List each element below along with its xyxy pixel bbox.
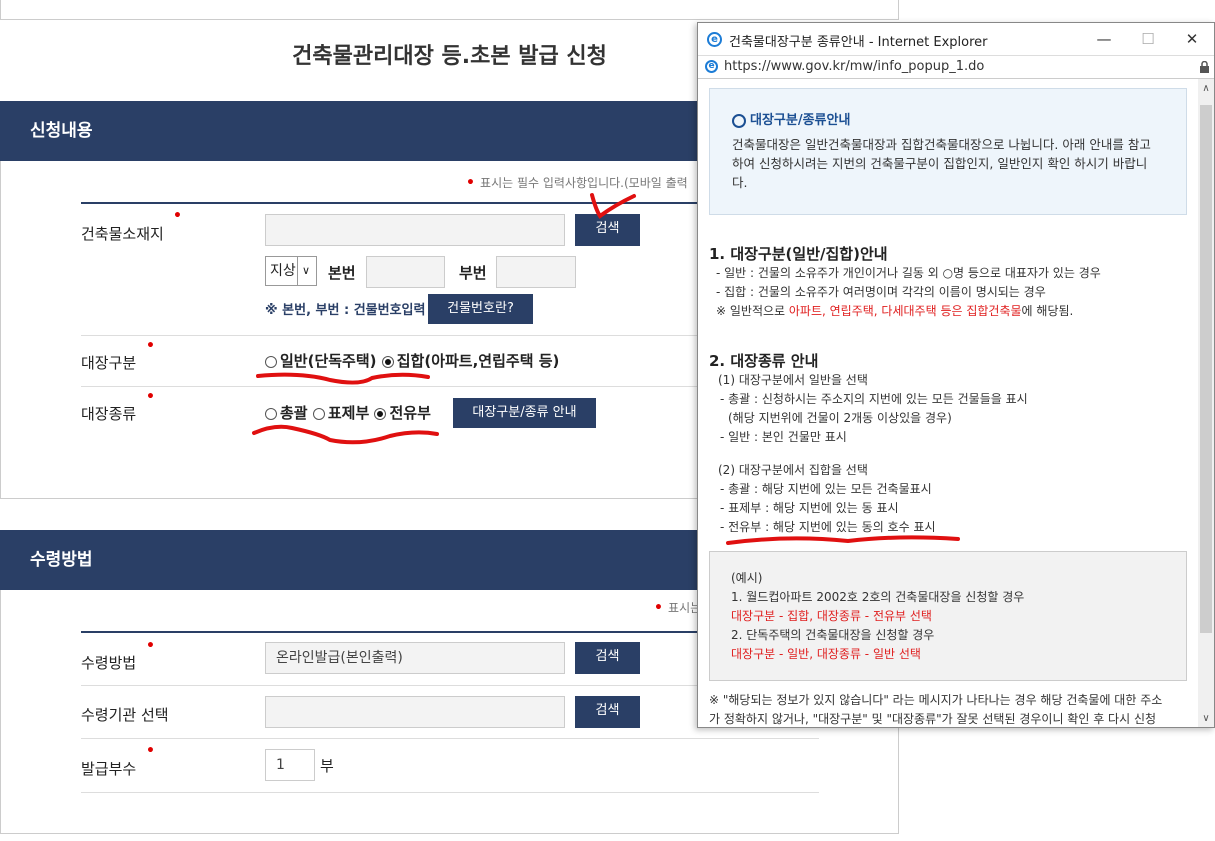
ie-page-icon: e	[705, 60, 718, 73]
ie-logo-icon: e	[707, 32, 722, 47]
close-icon[interactable]: ✕	[1170, 23, 1214, 55]
footer-note: ※ "해당되는 정보가 있지 않습니다" 라는 메시지가 나타나는 경우 해당 …	[709, 693, 1163, 726]
ground-select-value: 지상	[270, 263, 296, 279]
required-note: • 표시는 필수 입력사항입니다.(모바일 출력	[466, 175, 688, 191]
scroll-down-icon[interactable]: ∨	[1200, 713, 1212, 724]
popup-url: https://www.gov.kr/mw/info_popup_1.do	[724, 59, 985, 74]
scroll-up-icon[interactable]: ∧	[1200, 83, 1212, 94]
receive-method-label: 수령방법	[81, 654, 137, 672]
radio-general[interactable]: 일반(단독주택)	[265, 352, 377, 370]
address-input[interactable]	[265, 214, 565, 246]
radio-collective[interactable]: 집합(아파트,연립주택 등)	[381, 352, 559, 370]
info-box: 대장구분/종류안내 건축물대장은 일반건축물대장과 집합건축물대장으로 나뉩니다…	[709, 88, 1187, 215]
row-divider	[81, 792, 819, 793]
top-frame	[0, 0, 899, 20]
required-dot: •	[146, 389, 155, 405]
ledger-type-label: 대장구분	[81, 354, 137, 372]
location-label: 건축물소재지	[81, 225, 164, 243]
popup-address-bar[interactable]: e https://www.gov.kr/mw/info_popup_1.do	[698, 55, 1214, 79]
radio-circle-icon	[312, 407, 325, 420]
section1-text: - 일반 : 건물의 소유주가 개인이거나 길동 외 ○명 등으로 대표자가 있…	[716, 266, 1101, 318]
radio-circle-icon	[265, 355, 277, 368]
maximize-icon[interactable]: ☐	[1126, 23, 1170, 55]
info-text: 건축물대장은 일반건축물대장과 집합건축물대장으로 나뉩니다. 아래 안내를 참…	[732, 137, 1151, 190]
building-number-help-button[interactable]: 건물번호란?	[428, 294, 533, 324]
ground-select[interactable]: 지상 ∨	[265, 256, 317, 286]
radio-selected-icon	[374, 407, 387, 420]
popup-content: 대장구분/종류안내 건축물대장은 일반건축물대장과 집합건축물대장으로 나뉩니다…	[698, 79, 1198, 727]
section2-heading: 2. 대장종류 안내	[709, 352, 819, 370]
section1-heading: 1. 대장구분(일반/집합)안내	[709, 245, 888, 263]
ledger-guide-button[interactable]: 대장구분/종류 안내	[453, 398, 596, 428]
radio-title-part[interactable]: 표제부	[312, 404, 369, 422]
bubeon-label: 부번	[459, 264, 487, 282]
underline-exclusive-part	[726, 535, 960, 545]
receive-org-search-button[interactable]: 검색	[575, 696, 640, 728]
ledger-type-radio-group: 일반(단독주택) 집합(아파트,연립주택 등)	[265, 350, 559, 371]
address-search-button[interactable]: 검색	[575, 214, 640, 246]
receive-org-input[interactable]	[265, 696, 565, 728]
radio-exclusive-part[interactable]: 전유부	[374, 404, 431, 422]
bonbeon-input[interactable]	[366, 256, 445, 288]
popup-titlebar[interactable]: e 건축물대장구분 종류안내 - Internet Explorer — ☐ ✕	[698, 23, 1214, 55]
required-dot: •	[466, 175, 475, 191]
circle-bullet-icon	[732, 113, 746, 128]
bonbeon-label: 본번	[328, 264, 356, 282]
example-text: (예시) 1. 월드컵아파트 2002호 2호의 건축물대장을 신청할 경우 대…	[731, 571, 1025, 661]
radio-total[interactable]: 총괄	[265, 404, 308, 422]
radio-circle-icon	[265, 407, 277, 420]
receive-method-input[interactable]: 온라인발급(본인출력)	[265, 642, 565, 674]
minimize-icon[interactable]: —	[1082, 23, 1126, 55]
popup-window[interactable]: e 건축물대장구분 종류안내 - Internet Explorer — ☐ ✕…	[697, 22, 1215, 728]
required-dot: •	[146, 743, 155, 759]
radio-selected-icon	[381, 355, 394, 368]
required-dot: •	[146, 338, 155, 354]
copies-input[interactable]: 1	[265, 749, 315, 781]
building-number-hint: ※ 본번, 부번 : 건물번호입력	[265, 303, 426, 318]
row-divider	[81, 738, 819, 739]
receive-method-search-button[interactable]: 검색	[575, 642, 640, 674]
bubeon-input[interactable]	[496, 256, 576, 288]
receive-org-label: 수령기관 선택	[81, 706, 169, 724]
scrollbar-thumb[interactable]	[1200, 105, 1212, 633]
popup-window-title: 건축물대장구분 종류안내 - Internet Explorer	[729, 35, 988, 50]
required-note: • 표시는	[654, 600, 702, 616]
info-title: 대장구분/종류안내	[732, 109, 850, 128]
chevron-down-icon: ∨	[297, 257, 314, 285]
ledger-kind-radio-group: 총괄 표제부 전유부	[265, 402, 431, 423]
ledger-kind-label: 대장종류	[81, 405, 137, 423]
lock-icon	[1200, 61, 1209, 73]
required-dot: •	[654, 600, 663, 616]
example-box: (예시) 1. 월드컵아파트 2002호 2호의 건축물대장을 신청할 경우 대…	[709, 551, 1187, 681]
copies-label: 발급부수	[81, 760, 137, 778]
section2-text: (1) 대장구분에서 일반을 선택 - 총괄 : 신청하시는 주소지의 지번에 …	[718, 373, 1028, 534]
copies-unit: 부	[320, 757, 334, 775]
required-dot: •	[146, 638, 155, 654]
required-dot: •	[173, 208, 182, 224]
